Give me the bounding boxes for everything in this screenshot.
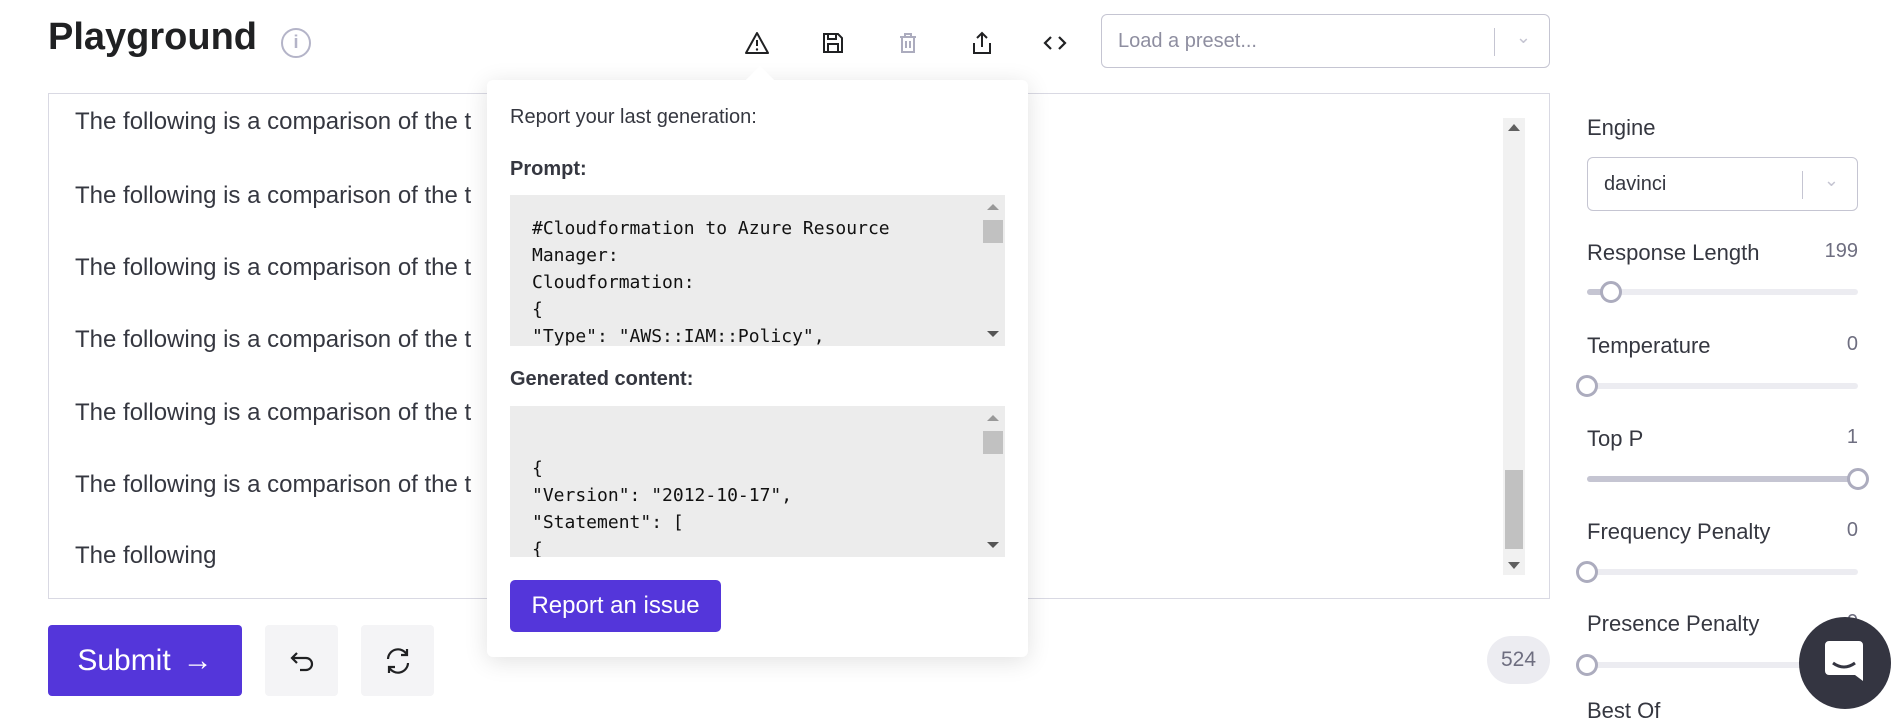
editor-line: The following	[75, 542, 217, 569]
chat-launcher-button[interactable]	[1799, 617, 1891, 709]
editor-line: The following is a comparison of the t	[75, 254, 472, 281]
refresh-icon	[386, 647, 409, 674]
token-count: 524	[1487, 636, 1550, 684]
slider-handle[interactable]	[1576, 654, 1598, 676]
slider-track[interactable]	[1576, 375, 1858, 397]
chevron-down-icon: ⌄	[1515, 27, 1531, 47]
slider-label: Frequency Penalty 0	[1587, 519, 1858, 544]
generated-text: { "Version": "2012-10-17", "Statement": …	[532, 458, 793, 557]
slider-handle[interactable]	[1576, 561, 1598, 583]
editor-line: The following is a comparison of the t	[75, 471, 472, 498]
generated-scrollbar[interactable]	[983, 406, 1003, 557]
engine-label: Engine	[1587, 115, 1656, 140]
submit-button[interactable]: Submit →	[48, 625, 242, 696]
submit-label: Submit	[77, 643, 171, 677]
code-icon[interactable]	[1038, 26, 1072, 60]
slider-track[interactable]	[1587, 468, 1869, 490]
warning-icon[interactable]	[740, 26, 774, 60]
editor-line: The following is a comparison of the t	[75, 182, 472, 209]
editor-line: The following is a comparison of the t	[75, 399, 472, 426]
slider-label: Response Length 199	[1587, 240, 1858, 265]
slider-handle[interactable]	[1847, 468, 1869, 490]
slider-handle[interactable]	[1600, 281, 1623, 303]
regenerate-button[interactable]	[361, 625, 434, 696]
slider-value: 0	[1846, 333, 1858, 355]
undo-icon	[289, 651, 313, 671]
generated-box[interactable]: { "Version": "2012-10-17", "Statement": …	[510, 406, 1005, 557]
save-icon[interactable]	[816, 26, 850, 60]
editor-scrollbar[interactable]	[1503, 118, 1525, 575]
popup-heading: Report your last generation:	[510, 106, 757, 128]
slider-track[interactable]	[1587, 281, 1858, 303]
editor-line: The following is a comparison of the t	[75, 326, 472, 353]
slider-handle[interactable]	[1576, 375, 1598, 397]
slider-value: 1	[1846, 426, 1858, 448]
share-icon[interactable]	[965, 26, 999, 60]
generated-label: Generated content:	[510, 368, 694, 390]
engine-select[interactable]: davinci ⌄	[1587, 157, 1858, 211]
preset-select[interactable]: Load a preset... ⌄	[1101, 14, 1550, 68]
info-icon[interactable]: i	[281, 28, 311, 58]
trash-icon[interactable]	[891, 26, 925, 60]
report-popup: Report your last generation: Prompt: #Cl…	[487, 80, 1028, 657]
page-title: Playground	[48, 16, 258, 58]
slider-value: 0	[1846, 519, 1858, 541]
undo-button[interactable]	[265, 625, 338, 696]
report-issue-button[interactable]: Report an issue	[510, 580, 721, 632]
engine-value: davinci	[1604, 172, 1667, 195]
preset-placeholder: Load a preset...	[1118, 29, 1257, 52]
chat-icon	[1825, 641, 1863, 681]
slider-label: Temperature 0	[1587, 333, 1858, 358]
slider-value: 199	[1824, 240, 1858, 262]
prompt-text: #Cloudformation to Azure Resource Manage…	[532, 218, 890, 346]
prompt-scrollbar[interactable]	[983, 195, 1003, 346]
editor-line: The following is a comparison of the t	[75, 108, 472, 135]
slider-track[interactable]	[1576, 561, 1858, 583]
best-of-label: Best Of	[1587, 698, 1661, 723]
prompt-box[interactable]: #Cloudformation to Azure Resource Manage…	[510, 195, 1005, 346]
arrow-right-icon: →	[182, 643, 213, 677]
slider-label: Top P1	[1587, 426, 1858, 451]
chevron-down-icon: ⌄	[1823, 170, 1839, 190]
prompt-label: Prompt:	[510, 158, 587, 180]
